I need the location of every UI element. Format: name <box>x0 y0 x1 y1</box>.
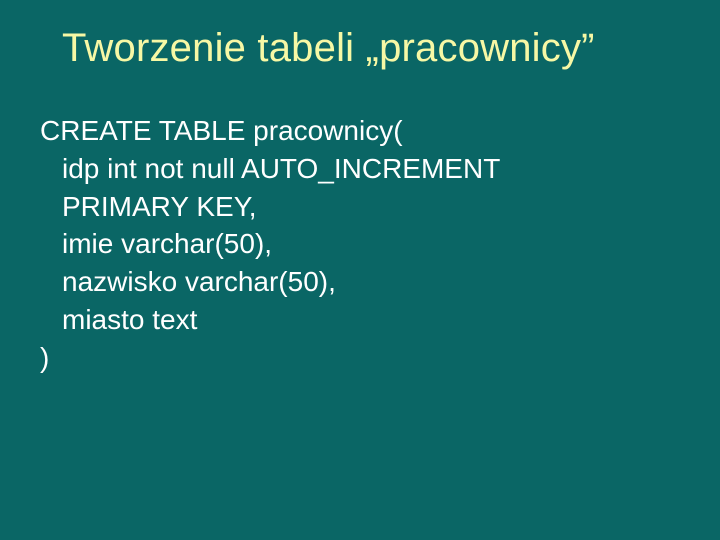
code-line-3: PRIMARY KEY, <box>40 188 680 226</box>
code-line-6: miasto text <box>40 301 680 339</box>
slide-title: Tworzenie tabeli „pracownicy” <box>62 26 595 71</box>
code-line-2: idp int not null AUTO_INCREMENT <box>40 150 680 188</box>
slide-body: CREATE TABLE pracownicy( idp int not nul… <box>40 112 680 377</box>
code-line-4: imie varchar(50), <box>40 225 680 263</box>
code-line-5: nazwisko varchar(50), <box>40 263 680 301</box>
code-line-7: ) <box>40 339 680 377</box>
code-line-1: CREATE TABLE pracownicy( <box>40 112 680 150</box>
slide: Tworzenie tabeli „pracownicy” CREATE TAB… <box>0 0 720 540</box>
